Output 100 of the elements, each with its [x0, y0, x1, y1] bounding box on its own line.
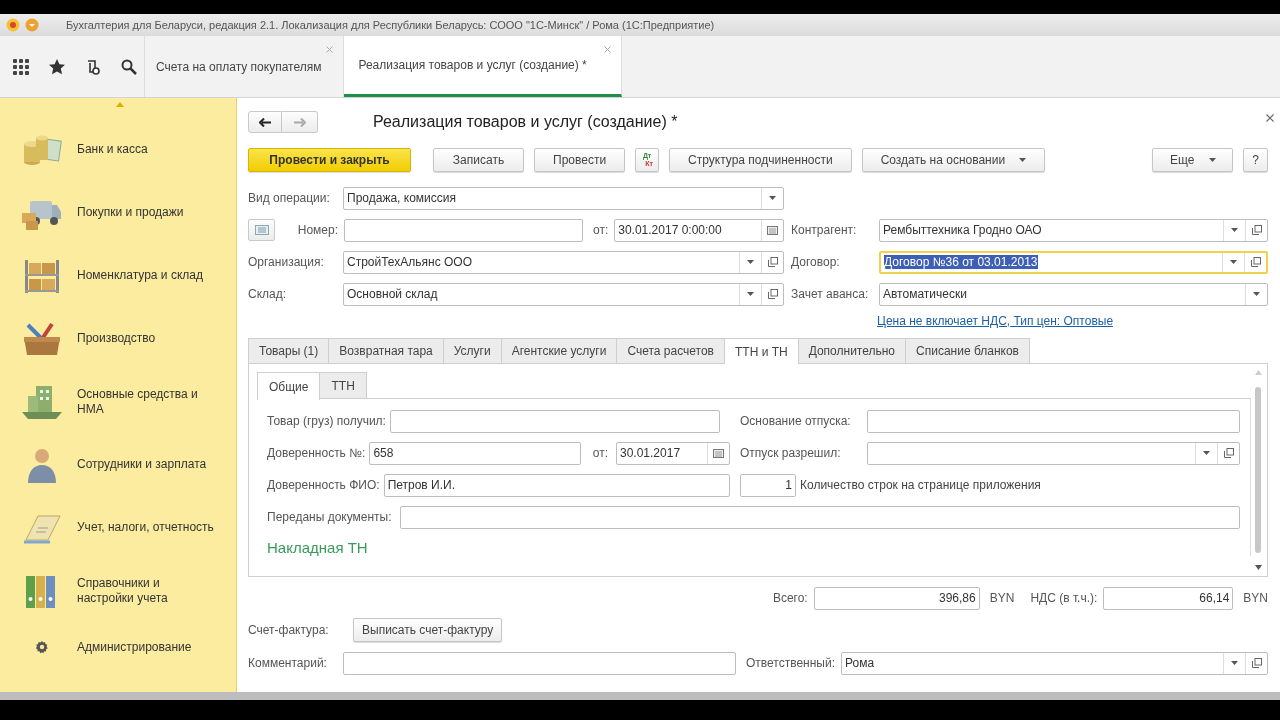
search-icon[interactable]	[121, 58, 137, 75]
sidebar-item[interactable]: Администрирование	[0, 622, 236, 672]
menu-icon[interactable]	[25, 18, 39, 32]
input-field[interactable]	[400, 505, 1240, 529]
back-arrow-icon	[259, 117, 271, 127]
input-field[interactable]: 1	[740, 473, 796, 497]
open-window-icon	[767, 289, 778, 299]
field-label: Зачет аванса:	[791, 287, 870, 301]
field-label: от:	[593, 223, 609, 237]
input-field[interactable]	[867, 441, 1240, 465]
back-button[interactable]	[248, 111, 282, 133]
caret-icon	[747, 260, 754, 264]
tab[interactable]: Списание бланков	[905, 338, 1030, 363]
app-logo-icon	[6, 18, 20, 32]
caret-icon	[1230, 260, 1237, 264]
open-window-icon	[1250, 257, 1261, 267]
tab[interactable]: Счета расчетов	[616, 338, 725, 363]
input-field[interactable]: Договор №36 от 03.01.2013	[879, 250, 1268, 274]
caret-icon	[1231, 661, 1238, 665]
window-title: Бухгалтерия для Беларуси, редакция 2.1. Локализация для Республики Беларусь: СООО "1С-Минск" / Рома (1С:Предприятие)	[66, 19, 715, 31]
sidebar-item[interactable]: Банк и касса	[0, 118, 236, 181]
date-field[interactable]: 30.01.2017 0:00:00	[614, 218, 784, 242]
building-icon	[22, 383, 62, 420]
caret-icon	[747, 292, 754, 296]
open-window-icon	[1251, 225, 1262, 235]
command-button[interactable]: Провести	[534, 148, 626, 172]
apps-grid-icon[interactable]	[13, 58, 29, 75]
document-icon-button[interactable]	[248, 219, 275, 241]
field-label: Доверенность №:	[267, 446, 366, 460]
input-field[interactable]: Рембыттехника Гродно ОАО	[879, 218, 1268, 242]
tab[interactable]: ТТН и ТН	[723, 338, 799, 364]
open-window-icon	[767, 257, 778, 267]
caret-icon	[1231, 228, 1238, 232]
post-and-close-button[interactable]: Провести и закрыть	[248, 148, 411, 172]
section-title: Накладная ТН	[267, 539, 369, 556]
field-label: Счет-фактура:	[248, 623, 330, 637]
input-field[interactable]	[867, 409, 1240, 433]
tab[interactable]: Дополнительно	[797, 338, 907, 363]
menu-button[interactable]: Создать на основании	[861, 148, 1046, 172]
field-label: Отпуск разрешил:	[740, 446, 842, 460]
caret-icon	[1019, 158, 1027, 162]
field-label: Контрагент:	[791, 223, 858, 237]
command-button[interactable]: Структура подчиненности	[669, 148, 852, 172]
more-button[interactable]: Еще	[1152, 148, 1234, 172]
date-field[interactable]: 30.01.2017	[616, 441, 730, 465]
field-label: Номер:	[296, 223, 339, 237]
input-field[interactable]: Рома	[841, 651, 1268, 675]
scroll-thumb[interactable]	[1255, 387, 1261, 553]
help-button[interactable]: ?	[1243, 148, 1268, 172]
field-label: Всего:	[772, 591, 808, 605]
command-button[interactable]: Записать	[433, 148, 524, 172]
sidebar-item[interactable]: Номенклатура и склад	[0, 244, 236, 307]
star-icon[interactable]	[49, 58, 65, 75]
tab[interactable]: ТТН	[319, 372, 367, 398]
invoice-button[interactable]: Выписать счет-фактуру	[353, 618, 503, 642]
caret-icon	[769, 196, 776, 200]
history-icon[interactable]	[85, 58, 101, 75]
document-icon	[254, 225, 269, 235]
field-label: от:	[592, 446, 608, 460]
scroll-down-icon[interactable]	[1254, 565, 1262, 570]
input-field[interactable]	[343, 651, 736, 675]
sidebar-item[interactable]: Покупки и продажи	[0, 181, 236, 244]
sidebar-item[interactable]: Учет, налоги, отчетность	[0, 496, 236, 559]
input-field[interactable]: 658	[369, 441, 581, 465]
field-label: Комментарий:	[248, 656, 328, 670]
input-field[interactable]: Петров И.И.	[383, 473, 730, 497]
input-field[interactable]	[389, 409, 720, 433]
field-label: Ответственный:	[746, 656, 836, 670]
sidebar-item[interactable]: Основные средства и НМА	[0, 370, 236, 433]
currency-label: BYN	[989, 591, 1015, 605]
caret-icon	[1203, 451, 1210, 455]
field-label: Вид операции:	[248, 191, 331, 205]
input-field[interactable]	[344, 218, 583, 242]
tab[interactable]: Общие	[257, 372, 321, 400]
shelf-icon	[22, 257, 62, 294]
open-window-icon	[1251, 658, 1262, 668]
sidebar-item[interactable]: Сотрудники и зарплата	[0, 433, 236, 496]
price-link[interactable]: Цена не включает НДС, Тип цен: Оптовые	[877, 314, 1114, 328]
input-field[interactable]: Продажа, комиссия	[343, 186, 784, 210]
tab[interactable]: Возвратная тара	[328, 338, 444, 363]
open-window-icon	[1223, 448, 1234, 458]
input-field[interactable]: Основной склад	[343, 282, 784, 306]
field-label: Товар (груз) получил:	[267, 414, 386, 428]
tab[interactable]: Услуги	[442, 338, 502, 363]
tab[interactable]: Агентские услуги	[500, 338, 618, 363]
input-field[interactable]: Автоматически	[879, 282, 1268, 306]
tab[interactable]: Товары (1)	[248, 338, 330, 363]
calendar-icon	[713, 448, 724, 458]
field-label: Организация:	[248, 255, 325, 269]
sidebar-item[interactable]: Производство	[0, 307, 236, 370]
currency-label: BYN	[1243, 591, 1268, 605]
input-field[interactable]: 66,14	[1103, 586, 1234, 610]
toolbox-icon	[22, 320, 62, 357]
field-label: Количество строк на странице приложения	[800, 478, 1041, 492]
input-field[interactable]: 396,86	[813, 586, 980, 610]
input-field[interactable]: СтройТехАльянс ООО	[343, 250, 784, 274]
sidebar-item[interactable]: Справочники и настройки учета	[0, 559, 236, 622]
caret-icon	[1208, 158, 1216, 162]
document-tab[interactable]: Реализация товаров и услуг (создание) *	[344, 36, 623, 97]
close-icon[interactable]	[1266, 114, 1274, 122]
